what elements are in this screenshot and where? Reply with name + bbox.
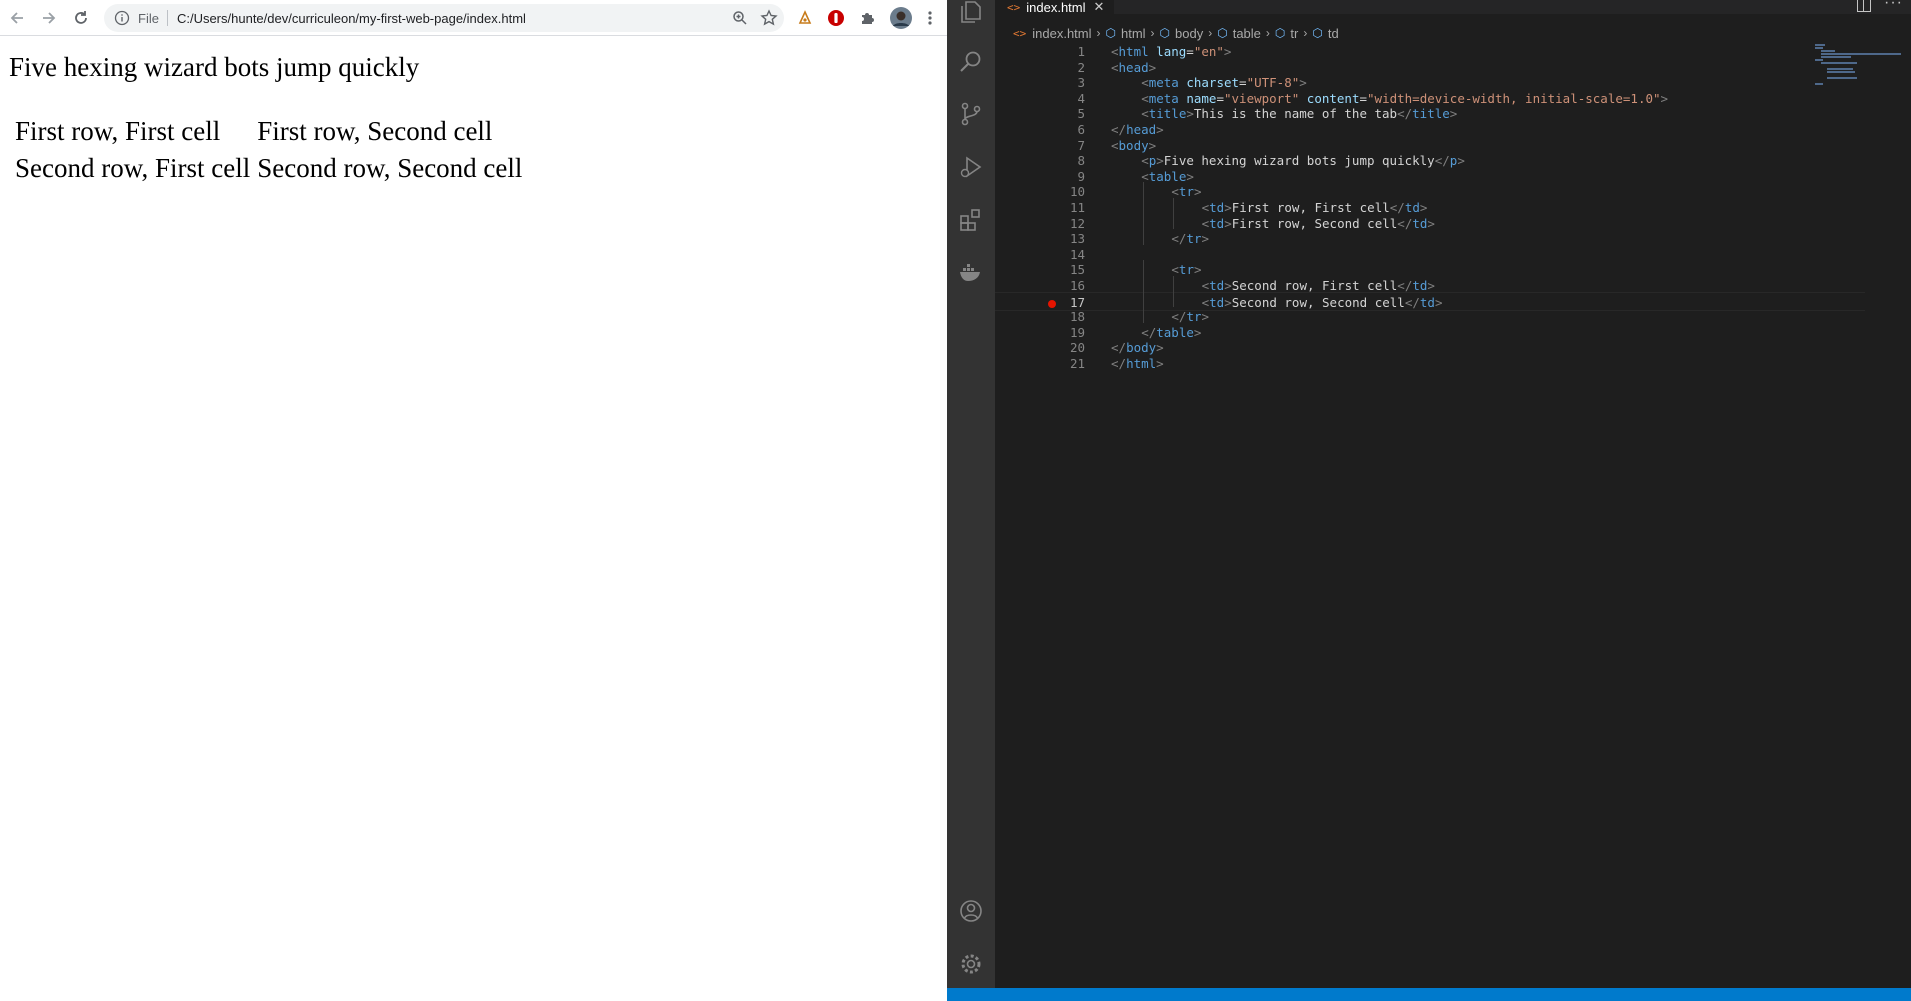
breadcrumb-label: tr [1290,25,1299,41]
breadcrumb-item[interactable]: <> index.html [1013,26,1092,41]
address-bar[interactable]: File C:/Users/hunte/dev/curriculeon/my-f… [104,4,784,32]
code-token: > [1156,356,1164,371]
code-text: </html> [1111,354,1164,373]
source-control-icon[interactable] [947,90,995,138]
activity-bar [947,0,995,988]
reload-icon[interactable] [66,3,96,33]
url-scheme-label: File [138,10,159,26]
rendered-page: Five hexing wizard bots jump quickly Fir… [0,37,947,1001]
table-cell: Second row, Second cell [257,153,523,183]
code-token: html [1126,356,1157,371]
forward-icon[interactable] [34,3,64,33]
vscode-window: <> index.html ✕ ··· <> index.html › ⬡ html › ⬡… [947,0,1911,1001]
puzzle-icon[interactable] [857,8,877,28]
breadcrumb-item[interactable]: ⬡ table [1217,26,1261,41]
docker-icon[interactable] [947,248,995,296]
minimap[interactable] [1813,44,1909,86]
indent-guide [1173,291,1175,308]
symbol-element-icon: ⬡ [1312,26,1323,40]
symbol-element-icon: ⬡ [1274,26,1286,40]
chevron-right-icon: › [1150,26,1155,40]
indent-guide [1143,307,1145,323]
chevron-right-icon: › [1096,26,1101,40]
breadcrumb-label: index.html [1032,25,1092,41]
symbol-element-icon: ⬡ [1105,26,1116,40]
indent-guide [1143,213,1145,230]
indent-guide [1173,213,1175,230]
settings-gear-icon[interactable] [947,940,995,988]
code-line[interactable]: 21 </html> [995,354,1865,373]
back-icon[interactable] [2,3,32,33]
menu-icon[interactable] [924,8,936,28]
code-editor[interactable]: 1 <html lang="en"> 2 <head> 3 <meta charset="… [995,44,1911,988]
line-number: 21 [1069,356,1085,371]
extensions-icon[interactable] [947,196,995,244]
breadcrumb-label: td [1327,25,1339,41]
split-editor-icon[interactable] [1857,0,1871,12]
ublock-icon[interactable] [826,8,846,28]
browser-window: File C:/Users/hunte/dev/curriculeon/my-f… [0,0,947,1001]
breadcrumb-label: body [1175,25,1204,41]
address-divider [166,10,168,26]
page-paragraph: Five hexing wizard bots jump quickly [9,52,420,82]
explorer-icon[interactable] [947,0,995,36]
table-row: Second row, First cell Second row, Secon… [14,151,523,185]
table-row: First row, First cell First row, Second … [14,114,523,148]
indent-guide [1143,276,1145,292]
breadcrumb-item[interactable]: ⬡ body [1160,26,1204,41]
accounts-icon[interactable] [947,887,995,935]
symbol-element-icon: ⬡ [1159,26,1171,40]
chevron-right-icon: › [1265,26,1270,40]
indent-guide [1143,198,1145,214]
symbol-element-icon: ⬡ [1217,26,1228,40]
breadcrumb-label: html [1120,25,1146,41]
breadcrumb-item[interactable]: ⬡ td [1312,26,1338,41]
indent-guide [1143,182,1145,198]
table-cell: First row, First cell [15,116,221,146]
info-icon[interactable] [114,10,130,26]
close-icon[interactable]: ✕ [1094,0,1105,15]
indent-guide [1173,276,1175,292]
indent-guide [1143,291,1145,308]
indent-guide [1173,198,1175,214]
run-debug-icon[interactable] [947,143,995,191]
star-icon[interactable] [760,9,778,27]
indent-guide [1143,229,1145,245]
search-icon[interactable] [947,38,995,86]
html-file-icon: <> [1013,26,1027,40]
profile-avatar[interactable] [889,6,913,30]
status-bar [947,988,1911,1001]
extension-icon[interactable] [795,8,815,28]
table-cell: Second row, First cell [15,153,251,183]
page-table: First row, First cell First row, Second … [9,111,528,188]
editor-tab[interactable]: <> index.html ✕ [995,0,1115,15]
html-file-icon: <> [1007,0,1021,14]
editor-tab-bar: <> index.html ✕ ··· [995,0,1911,15]
breadcrumb-label: table [1232,25,1261,41]
zoom-icon[interactable] [732,10,748,26]
indent-guide [1143,260,1145,276]
url-text[interactable]: C:/Users/hunte/dev/curriculeon/my-first-… [177,11,526,26]
table-cell: First row, Second cell [257,116,493,146]
more-actions-icon[interactable]: ··· [1884,0,1903,12]
tab-title: index.html [1026,0,1086,15]
code-token: </ [1111,356,1127,371]
breadcrumb-item[interactable]: ⬡ tr [1275,26,1298,41]
breadcrumb: <> index.html › ⬡ html › ⬡ body › ⬡ table › ⬡ tr › ⬡ td [995,22,1339,44]
chevron-right-icon: › [1208,26,1213,40]
breadcrumb-item[interactable]: ⬡ html [1106,26,1146,41]
chevron-right-icon: › [1303,26,1308,40]
